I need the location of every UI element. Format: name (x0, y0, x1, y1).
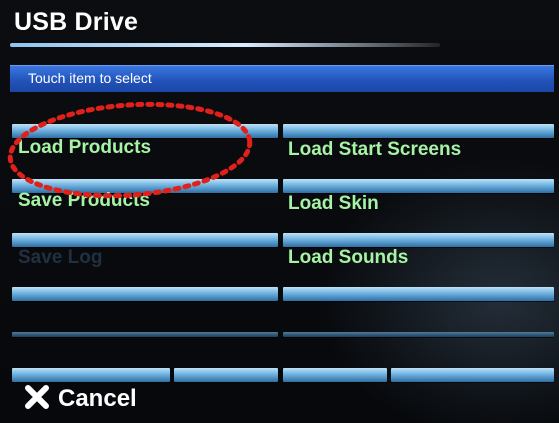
bottom-bar-segment (174, 368, 278, 382)
row-divider (12, 124, 278, 138)
row-divider (12, 233, 278, 247)
cancel-button[interactable]: Cancel (12, 370, 172, 414)
instruction-text: Touch item to select (28, 70, 152, 86)
save-log-label: Save Log (18, 247, 103, 268)
load-skin-label: Load Skin (288, 193, 379, 214)
row-divider (283, 233, 554, 247)
load-sounds-label: Load Sounds (288, 247, 409, 268)
row-divider (283, 287, 554, 301)
load-start-screens-button[interactable]: Load Start Screens (283, 138, 554, 179)
row-divider (12, 287, 278, 301)
bottom-bar-segment (283, 368, 387, 382)
bottom-bar-segment (391, 368, 554, 382)
page-title: USB Drive (14, 8, 139, 36)
cancel-label: Cancel (58, 385, 137, 412)
load-products-label: Load Products (18, 137, 152, 158)
row-divider (283, 179, 554, 193)
save-products-button[interactable]: Save Products (12, 190, 278, 233)
load-sounds-button[interactable]: Load Sounds (283, 247, 554, 287)
load-skin-button[interactable]: Load Skin (283, 193, 554, 233)
save-log-button: Save Log (12, 247, 278, 287)
device-screen: USB Drive Touch item to select Load Prod… (0, 0, 559, 423)
title-underline (10, 43, 440, 47)
instruction-bar: Touch item to select (10, 65, 554, 92)
save-products-label: Save Products (18, 190, 150, 211)
row-divider (283, 332, 554, 337)
row-divider (283, 124, 554, 138)
load-start-screens-label: Load Start Screens (288, 139, 462, 160)
close-icon (25, 385, 49, 409)
row-divider (12, 332, 278, 337)
load-products-button[interactable]: Load Products (12, 137, 278, 179)
